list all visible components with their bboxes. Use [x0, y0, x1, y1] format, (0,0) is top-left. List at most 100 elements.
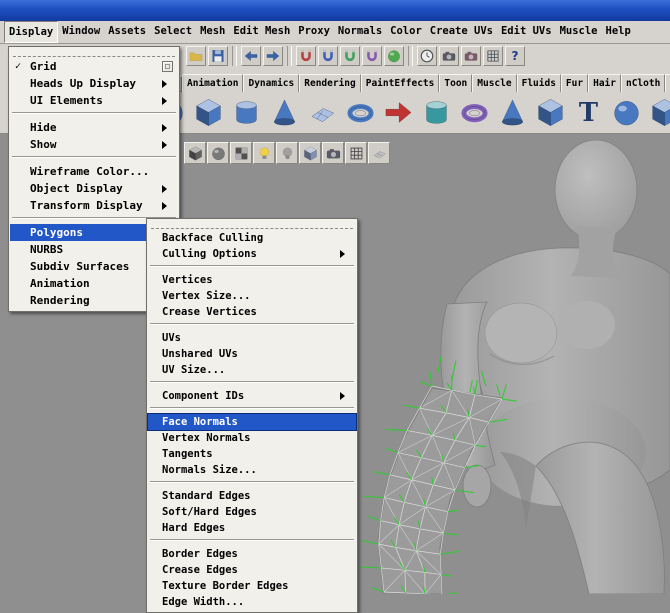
shelf-tab-toon[interactable]: Toon — [439, 74, 472, 92]
poly-cone-icon[interactable] — [266, 95, 302, 131]
menu-item-crease-vertices[interactable]: Crease Vertices — [148, 304, 356, 320]
shelf-tab-hair[interactable]: Hair — [588, 74, 621, 92]
menubar-item-edit-mesh[interactable]: Edit Mesh — [229, 21, 294, 43]
shelf-tab-animation[interactable]: Animation — [182, 74, 243, 92]
menu-item-crease-edges[interactable]: Crease Edges — [148, 562, 356, 578]
menu-item-hard-edges[interactable]: Hard Edges — [148, 520, 356, 536]
shelf-tab-fur[interactable]: Fur — [561, 74, 588, 92]
menu-item-uv-size[interactable]: UV Size... — [148, 362, 356, 378]
use-all-lights-icon[interactable] — [253, 142, 275, 164]
menubar-item-window[interactable]: Window — [58, 21, 104, 43]
menubar-item-select[interactable]: Select — [150, 21, 196, 43]
poly-pyramid-icon[interactable] — [494, 95, 530, 131]
grid-toggle-icon[interactable] — [345, 142, 367, 164]
redo-icon[interactable] — [263, 46, 283, 66]
menubar-item-color[interactable]: Color — [386, 21, 426, 43]
shelf-tab-muscle[interactable]: Muscle — [472, 74, 516, 92]
menu-item-face-normals[interactable]: Face Normals — [148, 414, 356, 430]
shelf-tab-c[interactable]: C — [665, 74, 670, 92]
xray-display-icon[interactable] — [299, 142, 321, 164]
poly-pipe-icon[interactable] — [418, 95, 454, 131]
menu-item-heads-up-display[interactable]: Heads Up Display — [10, 75, 178, 92]
mirror-geometry-icon[interactable] — [380, 95, 416, 131]
smooth-mesh-icon[interactable] — [608, 95, 644, 131]
menu-item-show[interactable]: Show — [10, 136, 178, 153]
menu-item-label: Vertices — [162, 274, 213, 286]
save-scene-icon[interactable] — [208, 46, 228, 66]
menu-item-vertex-normals[interactable]: Vertex Normals — [148, 430, 356, 446]
menu-item-culling-options[interactable]: Culling Options — [148, 246, 356, 262]
option-box-icon[interactable] — [162, 61, 173, 72]
snap-to-point-icon[interactable] — [340, 46, 360, 66]
menu-item-backface-culling[interactable]: Backface Culling — [148, 230, 356, 246]
shelf-tab-rendering[interactable]: Rendering — [299, 74, 360, 92]
tearoff-handle[interactable] — [151, 221, 353, 229]
poly-helix-icon[interactable] — [456, 95, 492, 131]
menu-item-uvs[interactable]: UVs — [148, 330, 356, 346]
menu-item-tangents[interactable]: Tangents — [148, 446, 356, 462]
menubar-item-proxy[interactable]: Proxy — [294, 21, 334, 43]
menu-item-texture-border-edges[interactable]: Texture Border Edges — [148, 578, 356, 594]
poly-cylinder-icon[interactable] — [228, 95, 264, 131]
model-female-figure — [378, 140, 670, 594]
poly-cube-icon[interactable] — [190, 95, 226, 131]
tearoff-handle[interactable] — [13, 49, 175, 57]
wireframe-display-icon[interactable] — [184, 142, 206, 164]
open-scene-icon[interactable] — [186, 46, 206, 66]
shelf-tab-dynamics[interactable]: Dynamics — [243, 74, 299, 92]
toolbar-separator — [287, 46, 292, 66]
snap-to-curve-icon[interactable] — [318, 46, 338, 66]
menu-item-grid[interactable]: Grid — [10, 58, 178, 75]
menu-item-component-ids[interactable]: Component IDs — [148, 388, 356, 404]
menu-item-standard-edges[interactable]: Standard Edges — [148, 488, 356, 504]
menubar-item-assets[interactable]: Assets — [104, 21, 150, 43]
construction-history-icon[interactable] — [417, 46, 437, 66]
menu-item-hide[interactable]: Hide — [10, 119, 178, 136]
menu-item-border-edges[interactable]: Border Edges — [148, 546, 356, 562]
menu-item-label: Crease Edges — [162, 564, 238, 576]
menubar-item-create-uvs[interactable]: Create UVs — [426, 21, 497, 43]
camera-settings-icon[interactable] — [322, 142, 344, 164]
menu-item-vertex-size[interactable]: Vertex Size... — [148, 288, 356, 304]
menu-item-label: Component IDs — [162, 390, 244, 402]
menubar-item-normals[interactable]: Normals — [334, 21, 386, 43]
poly-plane-icon[interactable] — [304, 95, 340, 131]
undo-icon[interactable] — [241, 46, 261, 66]
extrude-face-icon[interactable] — [646, 95, 670, 131]
menu-item-label: Backface Culling — [162, 232, 263, 244]
make-object-live-icon[interactable] — [384, 46, 404, 66]
menu-item-object-display[interactable]: Object Display — [10, 180, 178, 197]
menu-item-wireframe-color[interactable]: Wireframe Color... — [10, 163, 178, 180]
shelf-tab-painteffects[interactable]: PaintEffects — [361, 74, 440, 92]
poly-torus-icon[interactable] — [342, 95, 378, 131]
menu-item-label: UI Elements — [30, 94, 103, 107]
textured-display-icon[interactable] — [230, 142, 252, 164]
smooth-shaded-display-icon[interactable] — [207, 142, 229, 164]
svg-text:T: T — [578, 98, 597, 128]
menu-item-unshared-uvs[interactable]: Unshared UVs — [148, 346, 356, 362]
poly-prism-icon[interactable] — [532, 95, 568, 131]
menubar-item-edit-uvs[interactable]: Edit UVs — [497, 21, 556, 43]
menubar-item-display[interactable]: Display — [4, 21, 58, 43]
snap-to-view-plane-icon[interactable] — [362, 46, 382, 66]
menu-separator — [150, 407, 354, 414]
render-current-frame-icon[interactable] — [439, 46, 459, 66]
snap-to-grid-icon[interactable] — [296, 46, 316, 66]
ipr-render-icon[interactable] — [461, 46, 481, 66]
menu-item-soft-hard-edges[interactable]: Soft/Hard Edges — [148, 504, 356, 520]
help-icon[interactable]: ? — [505, 46, 525, 66]
poly-text-icon[interactable]: T — [570, 95, 606, 131]
menu-item-normals-size[interactable]: Normals Size... — [148, 462, 356, 478]
shadows-icon[interactable] — [276, 142, 298, 164]
menu-item-vertices[interactable]: Vertices — [148, 272, 356, 288]
menubar-item-muscle[interactable]: Muscle — [556, 21, 602, 43]
menubar-item-mesh[interactable]: Mesh — [196, 21, 229, 43]
film-gate-icon[interactable] — [368, 142, 390, 164]
render-settings-icon[interactable] — [483, 46, 503, 66]
menu-item-ui-elements[interactable]: UI Elements — [10, 92, 178, 109]
menu-item-edge-width[interactable]: Edge Width... — [148, 594, 356, 610]
menu-item-transform-display[interactable]: Transform Display — [10, 197, 178, 214]
shelf-tab-ncloth[interactable]: nCloth — [621, 74, 665, 92]
shelf-tab-fluids[interactable]: Fluids — [517, 74, 561, 92]
menubar-item-help[interactable]: Help — [602, 21, 635, 43]
